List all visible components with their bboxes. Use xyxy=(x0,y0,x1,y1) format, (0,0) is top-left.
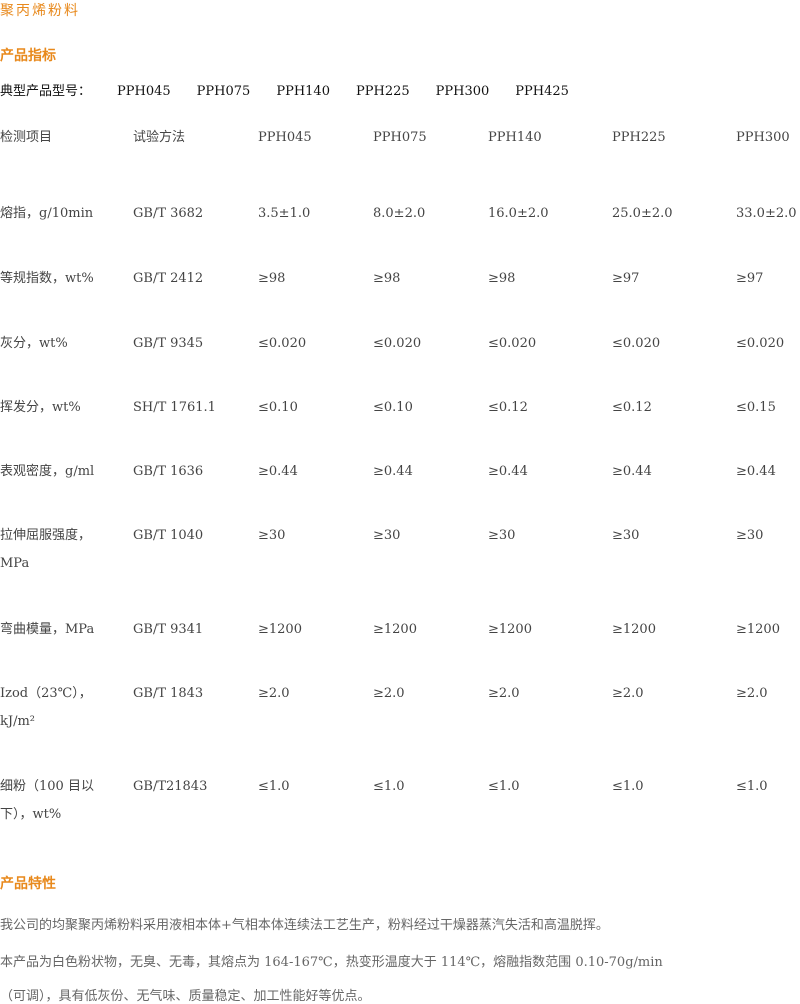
table-header-cell: PPH225 xyxy=(612,130,666,145)
table-cell: GB/T 9345 xyxy=(133,336,204,351)
feature-paragraph: 本产品为白色粉状物，无臭、无毒，其熔点为 164-167℃，热变形温度大于 11… xyxy=(0,955,663,970)
table-row-label: 弯曲模量，MPa xyxy=(0,622,95,637)
table-row-label: 熔指，g/10min xyxy=(0,206,94,221)
table-cell: ≥1200 xyxy=(258,622,302,637)
table-header-cell: 试验方法 xyxy=(133,130,186,145)
table-cell: ≤0.12 xyxy=(488,400,528,415)
table-cell: ≤0.10 xyxy=(258,400,298,415)
table-cell: 8.0±2.0 xyxy=(373,206,426,221)
table-cell: ≥30 xyxy=(612,528,640,543)
table-cell: GB/T 9341 xyxy=(133,622,204,637)
table-cell: ≤0.020 xyxy=(736,336,785,351)
table-cell: ≤0.020 xyxy=(258,336,307,351)
table-cell: ≥97 xyxy=(612,271,640,286)
table-cell: ≥2.0 xyxy=(258,686,290,701)
table-cell: 33.0±2.0 xyxy=(736,206,797,221)
table-cell: ≤0.15 xyxy=(736,400,776,415)
table-cell: ≥0.44 xyxy=(612,464,652,479)
table-cell: ≥0.44 xyxy=(488,464,528,479)
table-cell: ≥2.0 xyxy=(612,686,644,701)
table-cell: ≥98 xyxy=(488,271,516,286)
table-cell: ≤0.12 xyxy=(612,400,652,415)
table-cell: ≥30 xyxy=(736,528,764,543)
table-cell: ≥2.0 xyxy=(488,686,520,701)
table-cell: SH/T 1761.1 xyxy=(133,400,216,415)
table-cell: ≥30 xyxy=(488,528,516,543)
table-cell: GB/T21843 xyxy=(133,779,208,794)
table-cell: ≤1.0 xyxy=(736,779,768,794)
table-cell: ≥30 xyxy=(373,528,401,543)
table-cell: GB/T 2412 xyxy=(133,271,204,286)
table-cell: 25.0±2.0 xyxy=(612,206,673,221)
table-cell: ≥2.0 xyxy=(736,686,768,701)
table-cell: 3.5±1.0 xyxy=(258,206,311,221)
table-cell: ≤1.0 xyxy=(258,779,290,794)
table-cell: GB/T 3682 xyxy=(133,206,204,221)
table-cell: ≥1200 xyxy=(373,622,417,637)
table-header-cell: 检测项目 xyxy=(0,130,53,145)
spec-table: 检测项目 试验方法 PPH045 PPH075 PPH140 PPH225 PPH300 熔指… xyxy=(0,0,800,860)
table-cell: ≤0.020 xyxy=(373,336,422,351)
table-header-cell: PPH300 xyxy=(736,130,790,145)
table-cell: ≥30 xyxy=(258,528,286,543)
table-cell: ≥98 xyxy=(258,271,286,286)
table-row-label: 灰分，wt% xyxy=(0,336,68,351)
table-header-cell: PPH075 xyxy=(373,130,427,145)
table-cell: GB/T 1843 xyxy=(133,686,204,701)
table-cell: ≤0.020 xyxy=(488,336,537,351)
table-row-label: 表观密度，g/ml xyxy=(0,464,95,479)
feature-paragraph: （可调），具有低灰份、无气味、质量稳定、加工性能好等优点。 xyxy=(0,989,371,1004)
table-row-label: 挥发分，wt% xyxy=(0,400,81,415)
table-cell: ≥1200 xyxy=(736,622,780,637)
table-cell: ≥1200 xyxy=(488,622,532,637)
table-cell: 16.0±2.0 xyxy=(488,206,549,221)
table-cell: ≥1200 xyxy=(612,622,656,637)
table-cell: GB/T 1636 xyxy=(133,464,204,479)
table-cell: ≥2.0 xyxy=(373,686,405,701)
table-cell: ≥0.44 xyxy=(373,464,413,479)
feature-paragraph: 我公司的均聚聚丙烯粉料采用液相本体+气相本体连续法工艺生产，粉料经过干燥器蒸汽失… xyxy=(0,918,609,933)
table-cell: ≤0.020 xyxy=(612,336,661,351)
table-header-cell: PPH045 xyxy=(258,130,312,145)
table-cell: ≤1.0 xyxy=(373,779,405,794)
table-cell: ≤1.0 xyxy=(488,779,520,794)
table-row-label: 细粉（100 目以下），wt% xyxy=(0,779,94,822)
table-row-label: 等规指数，wt% xyxy=(0,271,94,286)
table-cell: ≤0.10 xyxy=(373,400,413,415)
table-cell: ≥0.44 xyxy=(258,464,298,479)
table-row-label: 拉伸屈服强度，MPa xyxy=(0,528,92,571)
table-cell: ≥97 xyxy=(736,271,764,286)
table-cell: ≥0.44 xyxy=(736,464,776,479)
table-header-cell: PPH140 xyxy=(488,130,542,145)
table-cell: GB/T 1040 xyxy=(133,528,204,543)
table-cell: ≥98 xyxy=(373,271,401,286)
features-heading: 产品特性 xyxy=(0,876,56,892)
table-cell: ≤1.0 xyxy=(612,779,644,794)
table-row-label: Izod（23℃），kJ/m² xyxy=(0,686,92,729)
